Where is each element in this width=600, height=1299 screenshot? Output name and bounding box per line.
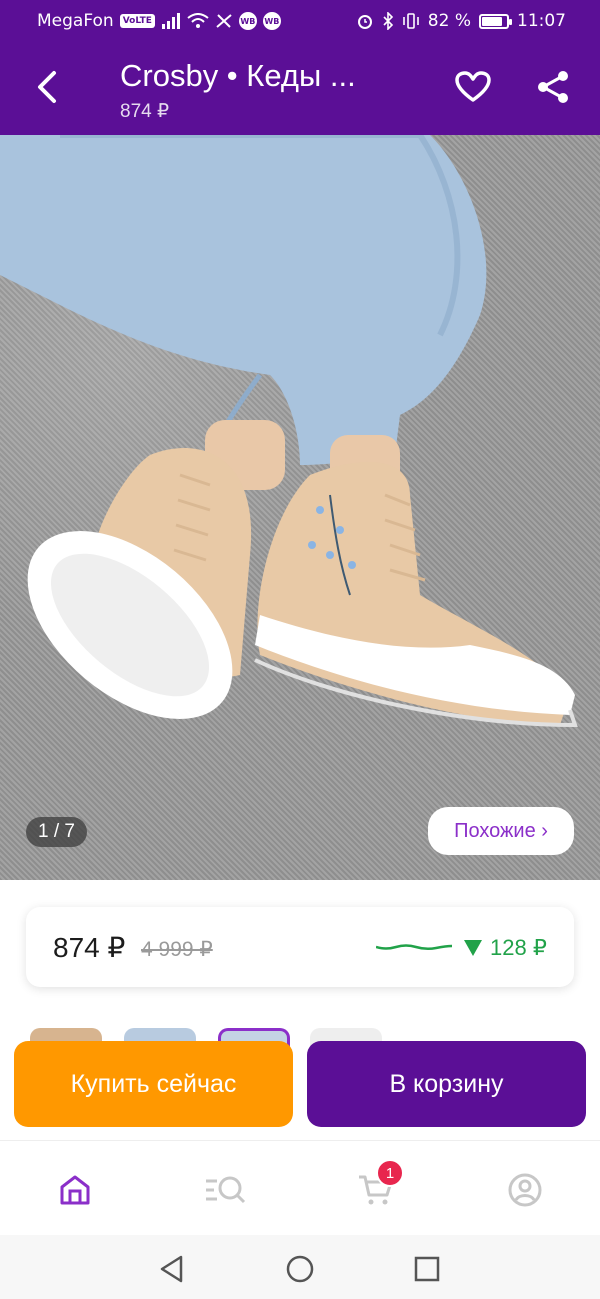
wb-icon: WB — [238, 12, 257, 30]
wifi-icon — [187, 13, 209, 28]
nav-home[interactable] — [50, 1165, 100, 1215]
system-home-button[interactable] — [280, 1249, 320, 1289]
favorite-button[interactable] — [450, 64, 496, 110]
nav-cart[interactable]: 1 — [350, 1159, 404, 1215]
app-header: Crosby • Кеды ... 874 ₽ — [0, 42, 600, 135]
current-price: 874 ₽ — [53, 932, 126, 963]
no-alarm-icon — [216, 14, 232, 28]
price-trend-sparkline — [376, 944, 452, 951]
status-bar: MegaFon VoLTE WB WB 82 % 11:07 — [0, 0, 600, 42]
triangle-back-icon — [160, 1255, 183, 1283]
nav-profile[interactable] — [500, 1165, 550, 1215]
home-icon — [60, 1175, 90, 1205]
clock: 11:07 — [517, 11, 566, 31]
image-counter: 1 / 7 — [26, 817, 87, 847]
buy-now-button[interactable]: Купить сейчас — [14, 1041, 293, 1127]
arrow-down-icon — [464, 940, 482, 956]
add-to-cart-button[interactable]: В корзину — [307, 1041, 586, 1127]
system-back-button[interactable] — [152, 1249, 192, 1289]
system-recents-button[interactable] — [407, 1249, 447, 1289]
chevron-left-icon — [38, 71, 56, 103]
signal-icon — [161, 13, 180, 29]
back-button[interactable] — [24, 64, 70, 110]
system-nav-bar — [0, 1235, 600, 1299]
sneakers-illustration — [0, 135, 578, 728]
alarm-icon — [357, 15, 372, 29]
circle-home-icon — [286, 1255, 314, 1283]
catalog-search-icon — [206, 1176, 246, 1204]
price-card[interactable]: 874 ₽ 4 999 ₽ 128 ₽ — [26, 907, 574, 987]
carrier-label: MegaFon — [37, 11, 114, 31]
image-counter-total: / 7 — [53, 821, 75, 842]
profile-icon — [508, 1173, 542, 1207]
battery-icon — [479, 13, 512, 29]
cart-badge: 1 — [376, 1159, 404, 1187]
page-title: Crosby • Кеды ... — [120, 58, 356, 93]
header-price: 874 ₽ — [120, 101, 170, 122]
heart-outline-icon — [455, 71, 491, 102]
square-recents-icon — [414, 1256, 440, 1282]
share-button[interactable] — [530, 64, 576, 110]
share-icon — [538, 71, 568, 103]
nav-catalog[interactable] — [200, 1165, 250, 1215]
bottom-nav: 1 — [0, 1140, 600, 1235]
price-drop: 128 ₽ — [464, 935, 547, 961]
price-drop-value: 128 ₽ — [490, 935, 547, 960]
old-price: 4 999 ₽ — [141, 938, 213, 961]
battery-percent: 82 % — [427, 11, 471, 31]
wb-icon: WB — [262, 12, 281, 30]
image-counter-current: 1 — [38, 821, 49, 842]
vibrate-icon — [402, 13, 419, 29]
bluetooth-icon — [383, 12, 393, 30]
similar-button[interactable]: Похожие › — [428, 807, 574, 855]
product-image[interactable] — [0, 135, 600, 880]
volte-badge: VoLTE — [119, 14, 155, 28]
